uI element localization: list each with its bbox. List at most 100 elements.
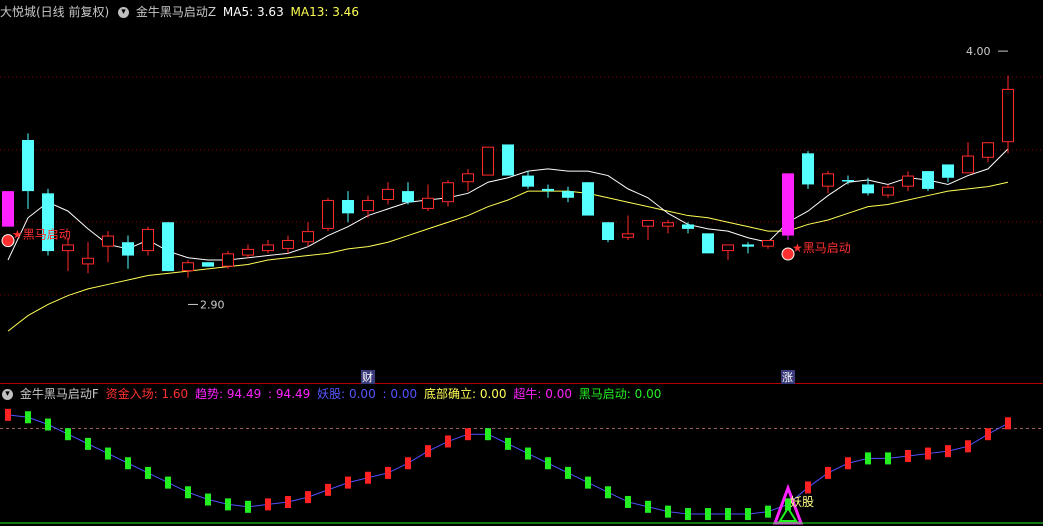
sub-indicator-bar [725, 508, 731, 521]
candle-body [142, 228, 154, 252]
candle [1002, 75, 1014, 154]
candle-body [822, 173, 834, 187]
sub-indicator-bar [945, 445, 951, 458]
sub-indicator-bar [825, 466, 831, 479]
candle-body [842, 180, 854, 182]
stock-title: 大悦城(日线 前复权) [0, 5, 110, 19]
candle [322, 197, 334, 232]
candle-body [102, 235, 114, 247]
bottom-label: 底部确立: [423, 387, 476, 401]
candle [102, 231, 114, 263]
sub-indicator-bar [545, 457, 551, 470]
candle-body [402, 191, 414, 203]
candle [962, 142, 974, 174]
sub-indicator-bar [205, 493, 211, 506]
candle [642, 220, 654, 240]
candle [2, 191, 14, 227]
ma5-value: 3.63 [256, 5, 284, 19]
candle-body [642, 220, 654, 227]
event-marker-cai: 财 [362, 370, 373, 384]
candle-body [82, 257, 94, 265]
funds-value: 1.60 [161, 387, 189, 401]
candle [882, 184, 894, 198]
yao-value-1: 0.00 [348, 387, 376, 401]
ma13-value: 3.46 [332, 5, 359, 19]
sub-indicator-bar [25, 411, 31, 424]
hm-value: 0.00 [634, 387, 662, 401]
candle [562, 186, 574, 203]
sub-indicator-bar [405, 457, 411, 470]
sub-indicator-bar [685, 508, 691, 521]
sub-indicator-bar [165, 476, 171, 489]
sub-indicator-bar [285, 495, 291, 508]
candle [502, 144, 514, 176]
sub-indicator-bar [445, 435, 451, 448]
sub-indicator-bar [865, 452, 871, 465]
sub-indicator-bar [525, 447, 531, 460]
sub-indicator-bar [845, 457, 851, 470]
candle-body [722, 244, 734, 252]
yao-separator: : [382, 387, 387, 401]
candle-body [582, 182, 594, 216]
candle-body [922, 171, 934, 189]
candle [182, 260, 194, 278]
sub-indicator-bar [505, 437, 511, 450]
candle [682, 222, 694, 234]
sub-indicator-bar [45, 418, 51, 431]
sub-indicator-bar [365, 471, 371, 484]
candle [422, 184, 434, 212]
sub-indicator-bar [425, 445, 431, 458]
ma13-line [7, 181, 1009, 332]
candle-body [1002, 88, 1014, 143]
sub-indicator-bar [645, 500, 651, 513]
main-chart-header: 大悦城(日线 前复权) ▾ 金牛黑马启动Z MA5: 3.63 MA13: 3.… [0, 2, 362, 22]
funds-label: 资金入场: [105, 387, 158, 401]
candle-body [302, 231, 314, 243]
candle [442, 180, 454, 207]
candle-body [862, 184, 874, 194]
sub-indicator-bar [5, 408, 11, 421]
sub-indicator-name[interactable]: 金牛黑马启动F [20, 387, 99, 401]
trend-value-1: 94.49 [226, 387, 262, 401]
sub-indicator-bar [465, 428, 471, 441]
sub-indicator-bar [665, 505, 671, 518]
sub-indicator-bar [325, 483, 331, 496]
candle-body [322, 200, 334, 229]
sub-indicator-bar [705, 508, 711, 521]
main-indicator-name[interactable]: 金牛黑马启动Z [136, 5, 216, 19]
candle [242, 244, 254, 258]
candle-body [942, 164, 954, 178]
candle [302, 222, 314, 247]
ma5-label: MA5: [222, 5, 254, 19]
sub-indicator-bar [125, 457, 131, 470]
candle-body [482, 146, 494, 176]
sub-indicator-bar [745, 508, 751, 521]
candle-body [362, 200, 374, 212]
candle [162, 222, 174, 272]
candle [202, 262, 214, 267]
high-price-label: 4.00 [966, 45, 991, 58]
yao-stock-label: 妖股 [790, 495, 814, 509]
sub-indicator-bar [885, 452, 891, 465]
settings-circle-icon[interactable]: ▾ [118, 7, 130, 18]
candle-body [202, 262, 214, 267]
candle [582, 182, 594, 216]
chart-canvas: ★黑马启动 ★黑马启动 4.00 2.90 财 涨 妖股 [0, 45, 1043, 525]
candle-body [962, 155, 974, 174]
candle-body [22, 140, 34, 192]
candle-body [982, 142, 994, 158]
candle [982, 142, 994, 163]
candle [482, 146, 494, 176]
sub-indicator-bar [345, 476, 351, 489]
candle [522, 171, 534, 189]
candle-body [62, 244, 74, 252]
sub-indicator-bar [105, 447, 111, 460]
candlestick-layer [2, 75, 1014, 278]
candle [262, 240, 274, 254]
sub-indicator-bar [965, 440, 971, 453]
sub-indicator-bar [805, 481, 811, 494]
candle-body [382, 188, 394, 200]
candle [782, 173, 794, 240]
candle [702, 233, 714, 254]
settings-circle-icon[interactable]: ▾ [2, 389, 13, 400]
